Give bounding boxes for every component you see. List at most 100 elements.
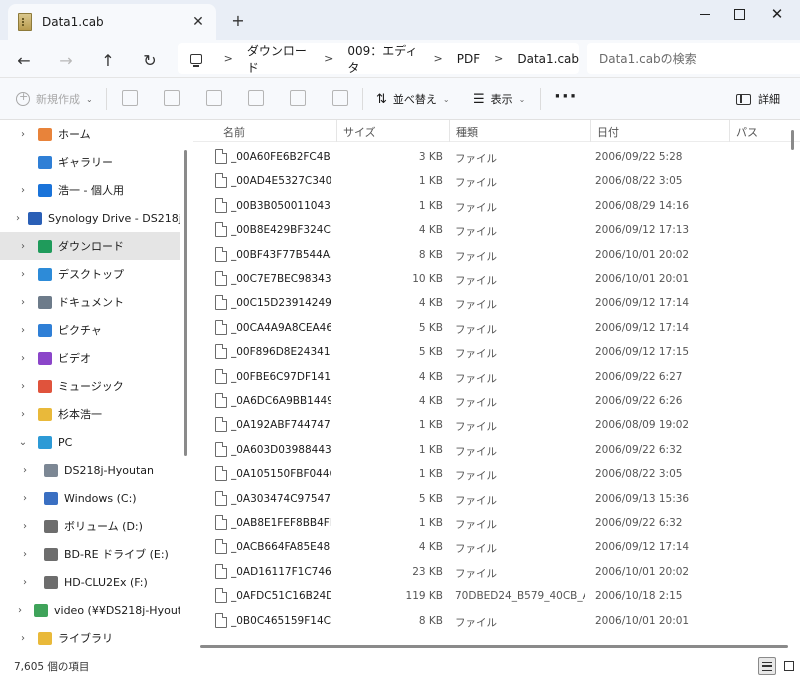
sidebar-item-16[interactable]: › HD-CLU2Ex (F:)	[0, 568, 180, 596]
close-window-button[interactable]: ✕	[754, 0, 800, 28]
new-tab-button[interactable]: +	[228, 10, 248, 30]
tiles-view-button[interactable]	[780, 657, 798, 675]
breadcrumb-downloads[interactable]: ダウンロード	[247, 42, 310, 76]
column-path[interactable]: パス	[736, 124, 758, 140]
sidebar-item-9[interactable]: › ミュージック	[0, 372, 180, 400]
expand-chevron-icon[interactable]: ›	[16, 213, 20, 224]
sidebar-item-2[interactable]: › 浩一 - 個人用	[0, 176, 180, 204]
column-divider[interactable]	[449, 120, 450, 142]
file-row[interactable]: _0A303474C9754798... 5 KB ファイル 2006/09/13 1…	[193, 488, 783, 512]
expand-chevron-icon[interactable]: ⌄	[16, 437, 30, 448]
more-options-button[interactable]: ···	[554, 86, 577, 107]
expand-chevron-icon[interactable]: ›	[18, 493, 32, 504]
sort-button[interactable]: ⇅ 並べ替え ⌄	[376, 88, 450, 110]
view-button[interactable]: ☰ 表示 ⌄	[473, 88, 525, 110]
tab-close-icon[interactable]: ✕	[188, 12, 208, 32]
expand-chevron-icon[interactable]: ›	[16, 269, 30, 280]
breadcrumb-pdf[interactable]: PDF	[457, 52, 480, 66]
column-type[interactable]: 種類	[456, 124, 478, 140]
sidebar-item-5[interactable]: › デスクトップ	[0, 260, 180, 288]
expand-chevron-icon[interactable]: ›	[16, 381, 30, 392]
file-row[interactable]: _00C15D239142494... 4 KB ファイル 2006/09/12 17…	[193, 292, 783, 316]
chevron-right-icon[interactable]: >	[434, 52, 443, 65]
sidebar-item-12[interactable]: › DS218j-Hyoutan	[0, 456, 180, 484]
file-row[interactable]: _0A603D03988443C... 1 KB ファイル 2006/09/22 6:…	[193, 439, 783, 463]
cut-icon[interactable]	[122, 90, 138, 106]
sidebar-item-18[interactable]: › ライブラリ	[0, 624, 180, 652]
chevron-right-icon[interactable]: >	[324, 52, 333, 65]
file-row[interactable]: _00B8E429BF324CB4... 4 KB ファイル 2006/09/12 1…	[193, 219, 783, 243]
column-divider[interactable]	[729, 120, 730, 142]
file-row[interactable]: _00CA4A9A8CEA46... 5 KB ファイル 2006/09/12 17:…	[193, 317, 783, 341]
sidebar-item-3[interactable]: › Synology Drive - DS218j-H	[0, 204, 180, 232]
address-bar[interactable]: > ダウンロード > 009：エディタ > PDF > Data1.cab	[178, 42, 579, 76]
file-row[interactable]: _0A6DC6A9BB1449E... 4 KB ファイル 2006/09/22 6:…	[193, 390, 783, 414]
sidebar-item-1[interactable]: ギャラリー	[0, 148, 180, 176]
breadcrumb-data1-cab[interactable]: Data1.cab	[517, 52, 579, 66]
sidebar-item-0[interactable]: › ホーム	[0, 120, 180, 148]
up-button[interactable]: ↑	[94, 46, 122, 74]
file-row[interactable]: _0AB8E1FEF8BB4FE... 1 KB ファイル 2006/09/22 6:…	[193, 512, 783, 536]
expand-chevron-icon[interactable]: ›	[16, 633, 30, 644]
sidebar-item-11[interactable]: ⌄ PC	[0, 428, 180, 456]
share-icon[interactable]	[290, 90, 306, 106]
sidebar-item-4[interactable]: › ダウンロード	[0, 232, 180, 260]
forward-button[interactable]: →	[52, 46, 80, 74]
file-row[interactable]: _00B3B0500110439C... 1 KB ファイル 2006/08/29 1…	[193, 195, 783, 219]
expand-chevron-icon[interactable]: ›	[16, 297, 30, 308]
file-row[interactable]: _00BF43F77B544A3... 8 KB ファイル 2006/10/01 20…	[193, 244, 783, 268]
column-date[interactable]: 日付	[597, 124, 619, 140]
expand-chevron-icon[interactable]: ›	[16, 409, 30, 420]
expand-chevron-icon[interactable]: ›	[16, 129, 30, 140]
expand-chevron-icon[interactable]: ›	[18, 549, 32, 560]
file-row[interactable]: _0A105150FBF04469... 1 KB ファイル 2006/08/22 3…	[193, 463, 783, 487]
sidebar-item-14[interactable]: › ボリューム (D:)	[0, 512, 180, 540]
details-view-button[interactable]	[758, 657, 776, 675]
sidebar-item-6[interactable]: › ドキュメント	[0, 288, 180, 316]
file-row[interactable]: _00FBE6C97DF141A... 4 KB ファイル 2006/09/22 6:…	[193, 366, 783, 390]
file-row[interactable]: _0B0C465159F14C41... 8 KB ファイル 2006/10/01 2…	[193, 610, 783, 634]
new-button[interactable]: 新規作成 ⌄	[16, 88, 93, 110]
sidebar-item-15[interactable]: › BD-RE ドライブ (E:)	[0, 540, 180, 568]
file-row[interactable]: _00AD4E5327C3402... 1 KB ファイル 2006/08/22 3:…	[193, 170, 783, 194]
file-row[interactable]: _0AFDC51C16B24D... 119 KB 70DBED24_B579_40…	[193, 585, 783, 609]
column-name[interactable]: 名前	[223, 124, 245, 140]
paste-icon[interactable]	[206, 90, 222, 106]
details-button[interactable]: 詳細	[736, 88, 780, 110]
file-list-horizontal-scrollbar[interactable]	[200, 645, 788, 648]
sidebar-scrollbar[interactable]	[184, 150, 187, 456]
back-button[interactable]: ←	[10, 46, 38, 74]
sidebar-item-8[interactable]: › ビデオ	[0, 344, 180, 372]
expand-chevron-icon[interactable]: ›	[16, 241, 30, 252]
column-divider[interactable]	[590, 120, 591, 142]
breadcrumb-editor[interactable]: 009：エディタ	[347, 42, 419, 76]
sidebar-item-13[interactable]: › Windows (C:)	[0, 484, 180, 512]
file-row[interactable]: _00F896D8E243418D... 5 KB ファイル 2006/09/12 1…	[193, 341, 783, 365]
file-row[interactable]: _00C7E7BEC98343B7... 10 KB ファイル 2006/10/01 …	[193, 268, 783, 292]
expand-chevron-icon[interactable]: ›	[16, 353, 30, 364]
expand-chevron-icon[interactable]: ›	[16, 325, 30, 336]
search-input[interactable]: Data1.cabの検索	[587, 43, 800, 74]
file-row[interactable]: _0ACB664FA85E481... 4 KB ファイル 2006/09/12 17…	[193, 536, 783, 560]
file-row[interactable]: _0A192ABF7447473... 1 KB ファイル 2006/08/09 19…	[193, 414, 783, 438]
file-row[interactable]: _00A60FE6B2FC4B0... 3 KB ファイル 2006/09/22 5:…	[193, 146, 783, 170]
chevron-right-icon[interactable]: >	[494, 52, 503, 65]
file-row[interactable]: _0AD16117F1C746C... 23 KB ファイル 2006/10/01 2…	[193, 561, 783, 585]
rename-icon[interactable]	[248, 90, 264, 106]
expand-chevron-icon[interactable]: ›	[18, 465, 32, 476]
tab-data1-cab[interactable]: Data1.cab ✕	[8, 4, 216, 40]
expand-chevron-icon[interactable]: ›	[18, 577, 32, 588]
refresh-button[interactable]: ↻	[136, 46, 164, 74]
expand-chevron-icon[interactable]: ›	[18, 521, 32, 532]
sidebar-item-17[interactable]: › video (¥¥DS218j-Hyoutan	[0, 596, 180, 624]
sidebar-item-10[interactable]: › 杉本浩一	[0, 400, 180, 428]
delete-icon[interactable]	[332, 90, 348, 106]
chevron-right-icon[interactable]: >	[224, 52, 233, 65]
column-divider[interactable]	[336, 120, 337, 142]
copy-icon[interactable]	[164, 90, 180, 106]
column-size[interactable]: サイズ	[343, 124, 376, 140]
expand-chevron-icon[interactable]: ›	[18, 605, 22, 616]
sidebar-item-7[interactable]: › ピクチャ	[0, 316, 180, 344]
file-list-vertical-scrollbar[interactable]	[791, 130, 794, 150]
expand-chevron-icon[interactable]: ›	[16, 185, 30, 196]
